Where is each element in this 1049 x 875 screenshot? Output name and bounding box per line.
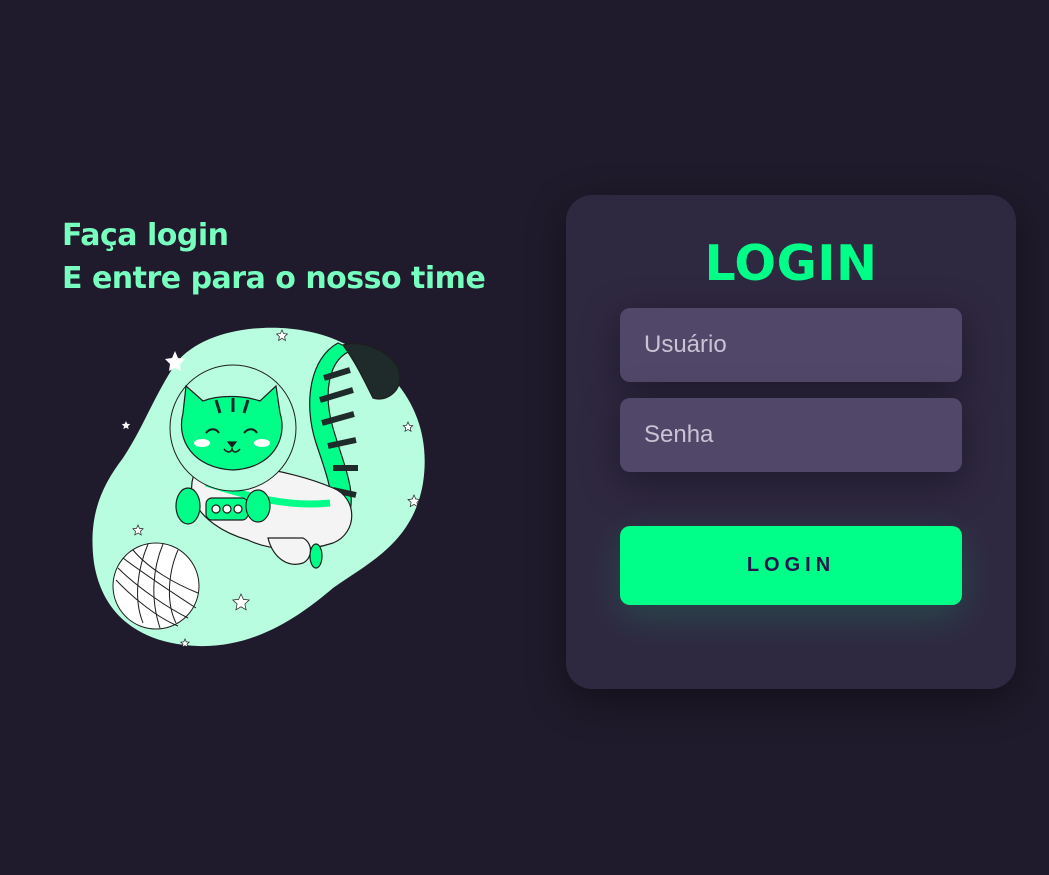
star-icon: [121, 421, 131, 430]
astronaut-cat-illustration: [92, 327, 425, 648]
login-button[interactable]: LOGIN: [620, 526, 962, 605]
cat-head: [169, 364, 297, 492]
login-title: LOGIN: [704, 235, 878, 292]
hero-headline-line1: Faça login: [62, 218, 229, 253]
hero-section: Faça login E entre para o nosso time: [62, 214, 522, 300]
username-input[interactable]: [620, 308, 962, 382]
password-input[interactable]: [620, 398, 962, 472]
login-card: LOGIN LOGIN: [566, 195, 1016, 689]
hero-headline-line2: E entre para o nosso time: [62, 261, 486, 296]
yarn-ball: [112, 542, 200, 630]
